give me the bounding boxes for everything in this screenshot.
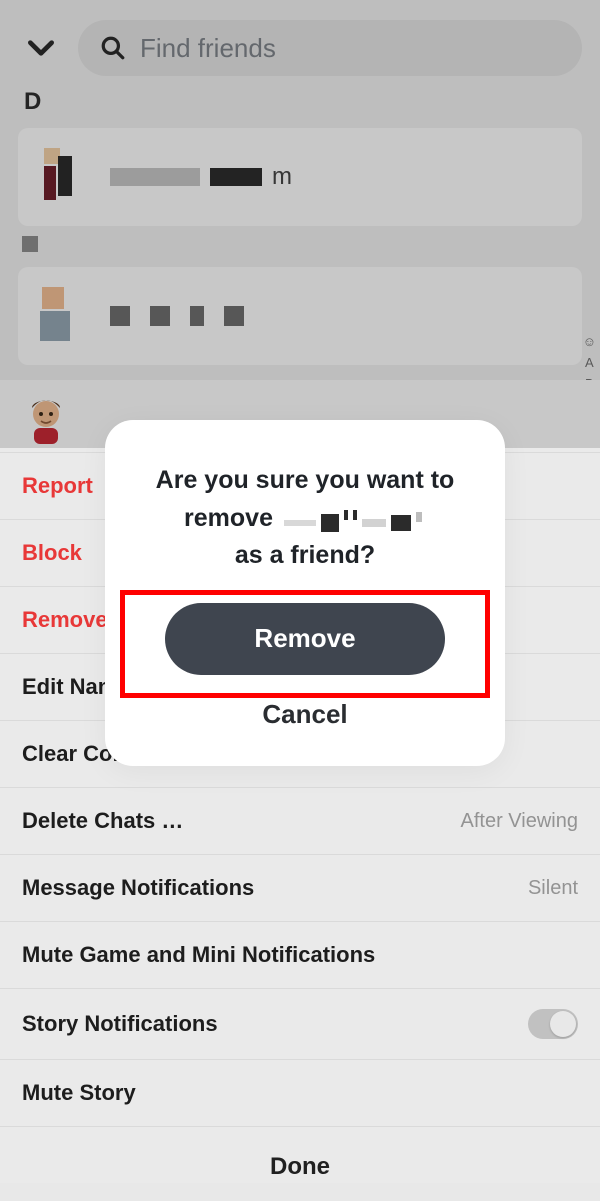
- mute-story-label: Mute Story: [22, 1080, 136, 1106]
- index-letter[interactable]: A: [585, 355, 594, 370]
- delete-chats-label: Delete Chats …: [22, 808, 183, 834]
- search-placeholder: Find friends: [140, 33, 276, 64]
- modal-line2a: remove: [184, 504, 273, 532]
- delete-chats-item[interactable]: Delete Chats … After Viewing: [0, 787, 600, 854]
- friend-row[interactable]: m: [18, 128, 582, 226]
- message-notifications-item[interactable]: Message Notifications Silent: [0, 854, 600, 921]
- modal-line2b: as a friend?: [235, 541, 375, 569]
- confirm-remove-modal: Are you sure you want to remove as a fri…: [105, 420, 505, 766]
- done-label: Done: [270, 1153, 330, 1180]
- mute-story-item[interactable]: Mute Story: [0, 1059, 600, 1126]
- bitmoji-avatar: [22, 396, 70, 444]
- story-notifications-label: Story Notifications: [22, 1011, 218, 1037]
- search-input[interactable]: Find friends: [78, 20, 582, 76]
- cancel-button-label: Cancel: [262, 699, 347, 729]
- remove-button-label: Remove: [254, 623, 355, 654]
- delete-chats-value: After Viewing: [461, 810, 578, 833]
- section-letter: D: [0, 88, 600, 124]
- mute-game-item[interactable]: Mute Game and Mini Notifications: [0, 921, 600, 988]
- back-chevron-icon[interactable]: [18, 25, 64, 71]
- message-notifications-value: Silent: [528, 877, 578, 900]
- avatar: [38, 285, 86, 347]
- friend-row[interactable]: [18, 267, 582, 365]
- story-notifications-item[interactable]: Story Notifications: [0, 988, 600, 1059]
- redacted-initial: [22, 236, 38, 252]
- mute-game-label: Mute Game and Mini Notifications: [22, 942, 375, 968]
- cancel-button[interactable]: Cancel: [242, 691, 367, 738]
- redacted-username: [284, 514, 422, 532]
- avatar: [38, 146, 86, 208]
- header: Find friends: [0, 0, 600, 88]
- friend-name-redacted: m: [110, 163, 292, 191]
- report-label: Report: [22, 473, 93, 499]
- story-notifications-toggle[interactable]: [528, 1009, 578, 1039]
- friend-name-redacted: [110, 306, 244, 326]
- modal-line1: Are you sure you want to: [156, 466, 455, 494]
- search-icon: [100, 35, 126, 61]
- block-label: Block: [22, 540, 82, 566]
- message-notifications-label: Message Notifications: [22, 875, 254, 901]
- done-button[interactable]: Done: [0, 1126, 600, 1201]
- remove-button[interactable]: Remove: [165, 603, 445, 675]
- index-emoji[interactable]: ☺: [583, 334, 596, 349]
- modal-message: Are you sure you want to remove as a fri…: [129, 462, 481, 575]
